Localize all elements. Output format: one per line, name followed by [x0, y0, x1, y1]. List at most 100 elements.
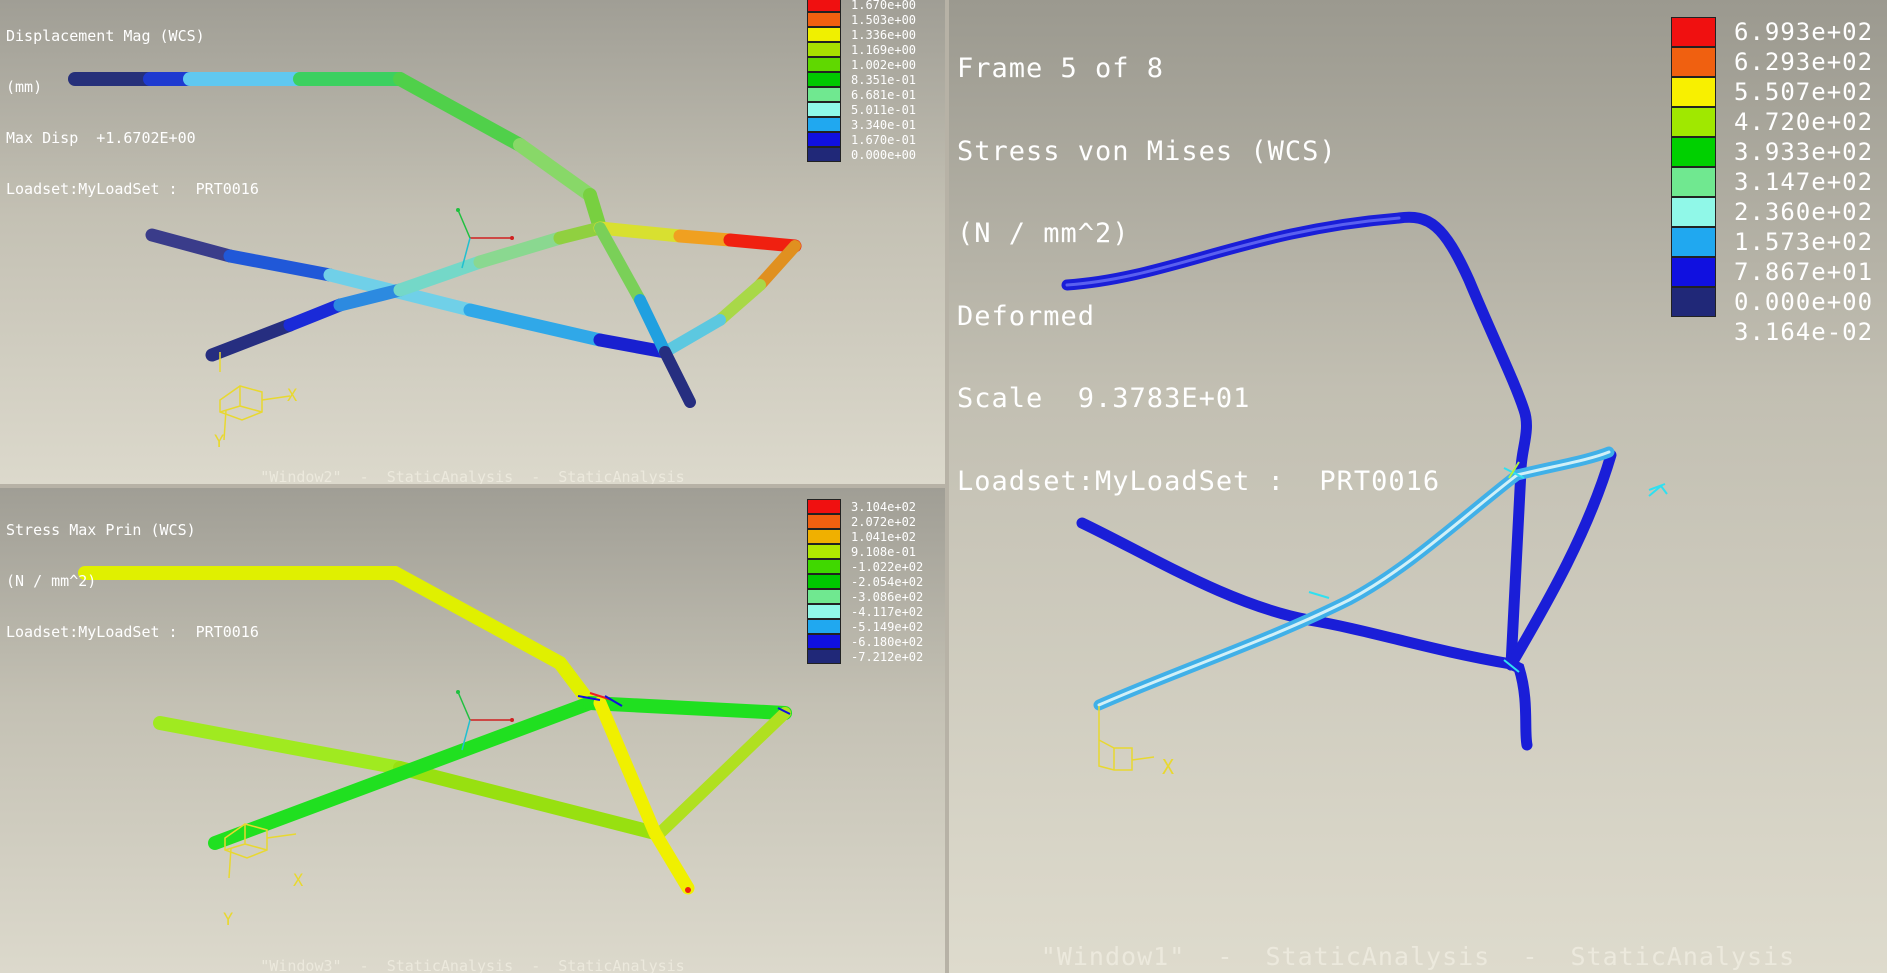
legend-value: -3.086e+02	[851, 589, 924, 604]
legend-row: -3.086e+02	[807, 589, 923, 604]
legend-swatch	[1671, 197, 1716, 227]
legend-swatch	[1671, 17, 1716, 47]
legend-row: 3.104e+02	[807, 499, 923, 514]
legend-swatch	[1671, 107, 1716, 137]
legend-value: 1.041e+02	[851, 529, 917, 544]
wcs-axes-icon	[1098, 706, 1155, 771]
legend-value: 8.351e-01	[851, 72, 917, 87]
legend-row: 3.164e-02	[1671, 317, 1873, 347]
legend-swatch	[807, 559, 841, 574]
legend-swatch	[807, 529, 841, 544]
legend-swatch	[807, 42, 841, 57]
legend-swatch	[807, 634, 841, 649]
window2-viewport[interactable]: X Y Displacement Mag (WCS) (mm) Max Disp…	[0, 0, 947, 486]
legend-row: -6.180e+02	[807, 634, 923, 649]
legend-swatch	[1671, 167, 1716, 197]
legend-row: 5.507e+02	[1671, 77, 1873, 107]
legend-value: 1.336e+00	[851, 27, 917, 42]
loadset-label: Loadset:MyLoadSet : PRT0016	[6, 623, 259, 641]
legend-value: 3.340e-01	[851, 117, 917, 132]
window-footer: "Window1" - StaticAnalysis - StaticAnaly…	[1040, 942, 1796, 971]
legend-swatch	[807, 117, 841, 132]
x-axis-label: X	[293, 871, 304, 891]
legend-row: 6.293e+02	[1671, 47, 1873, 77]
legend-row: 4.720e+02	[1671, 107, 1873, 137]
deformed-label: Deformed	[957, 300, 1096, 332]
legend-value: 4.720e+02	[1734, 108, 1874, 136]
legend-swatch	[807, 27, 841, 42]
legend-swatch	[807, 604, 841, 619]
legend-value: 5.507e+02	[1734, 78, 1874, 106]
legend-row: -5.149e+02	[807, 619, 923, 634]
legend-row: 9.108e-01	[807, 544, 923, 559]
legend-row: -1.022e+02	[807, 559, 923, 574]
legend-row: 2.072e+02	[807, 514, 923, 529]
legend-value: 2.072e+02	[851, 514, 917, 529]
legend-row: 1.503e+00	[807, 12, 916, 27]
legend-row: 1.573e+02	[1671, 227, 1873, 257]
color-legend: 6.993e+02 6.293e+02 5.507e+02 4.720e+02 3.93…	[1671, 17, 1873, 347]
color-legend: 3.104e+02 2.072e+02 1.041e+02 9.108e-01 -1.0…	[807, 499, 923, 664]
legend-value: 9.108e-01	[851, 544, 917, 559]
legend-swatch	[807, 619, 841, 634]
color-legend: 1.670e+00 1.503e+00 1.336e+00 1.169e+00 1.00…	[807, 0, 916, 162]
legend-swatch	[807, 132, 841, 147]
wcs-axes-icon	[219, 352, 291, 441]
result-units: (N / mm^2)	[6, 572, 97, 590]
legend-swatch	[807, 57, 841, 72]
legend-row: 3.340e-01	[807, 117, 916, 132]
legend-row: 7.867e+01	[1671, 257, 1873, 287]
legend-row: 0.000e+00	[807, 147, 916, 162]
legend-value: -5.149e+02	[851, 619, 924, 634]
legend-row: 5.011e-01	[807, 102, 916, 117]
legend-value: 6.681e-01	[851, 87, 917, 102]
legend-row: 8.351e-01	[807, 72, 916, 87]
frame-counter: Frame 5 of 8	[957, 53, 1165, 84]
y-axis-label: Y	[223, 910, 234, 930]
window-footer: "Window3" - StaticAnalysis - StaticAnaly…	[260, 957, 685, 973]
y-axis-label: Y	[214, 432, 225, 452]
legend-value: 1.670e+00	[851, 0, 917, 12]
result-title: Displacement Mag (WCS)	[6, 27, 205, 45]
legend-swatch	[807, 649, 841, 664]
legend-value: 1.002e+00	[851, 57, 917, 72]
legend-value: 1.573e+02	[1734, 228, 1874, 256]
legend-row: 1.670e+00	[807, 0, 916, 12]
legend-row: 1.336e+00	[807, 27, 916, 42]
legend-value: 5.011e-01	[851, 102, 917, 117]
legend-row: 6.681e-01	[807, 87, 916, 102]
legend-swatch	[1671, 257, 1716, 287]
result-info: Stress Max Prin (WCS) (N / mm^2) Loadset…	[6, 488, 259, 675]
legend-row: 2.360e+02	[1671, 197, 1873, 227]
legend-value: -2.054e+02	[851, 574, 924, 589]
result-title: Stress von Mises (WCS)	[957, 135, 1337, 167]
legend-swatch	[807, 147, 841, 162]
legend-swatch	[1671, 287, 1716, 317]
result-units: (N / mm^2)	[957, 218, 1130, 249]
result-info: Frame 5 of 8 Stress von Mises (WCS) (N /…	[957, 0, 1440, 550]
legend-value: 3.933e+02	[1734, 138, 1874, 166]
legend-value: -4.117e+02	[851, 604, 924, 619]
legend-swatch	[807, 574, 841, 589]
legend-swatch	[807, 12, 841, 27]
max-displacement: Max Disp +1.6702E+00	[6, 129, 196, 147]
legend-swatch	[1671, 47, 1716, 77]
legend-value: 0.000e+00	[1734, 288, 1874, 316]
legend-value: 0.000e+00	[851, 147, 917, 162]
legend-row: -7.212e+02	[807, 649, 923, 664]
legend-value: -7.212e+02	[851, 649, 924, 664]
legend-row: 1.041e+02	[807, 529, 923, 544]
legend-row: 6.993e+02	[1671, 17, 1873, 47]
loadset-label: Loadset:MyLoadSet : PRT0016	[957, 465, 1441, 497]
legend-value: 1.503e+00	[851, 12, 917, 27]
window1-viewport[interactable]: X Frame 5 of 8 Stress von Mises (WCS) (N…	[949, 0, 1887, 973]
legend-row: 3.147e+02	[1671, 167, 1873, 197]
legend-row: -2.054e+02	[807, 574, 923, 589]
window3-viewport[interactable]: X Y Stress Max Prin (WCS) (N / mm^2) Loa…	[0, 488, 945, 973]
legend-swatch	[807, 589, 841, 604]
legend-swatch	[807, 102, 841, 117]
legend-value: 2.360e+02	[1734, 198, 1874, 226]
legend-swatch	[807, 72, 841, 87]
legend-value: -6.180e+02	[851, 634, 924, 649]
legend-swatch	[807, 514, 841, 529]
